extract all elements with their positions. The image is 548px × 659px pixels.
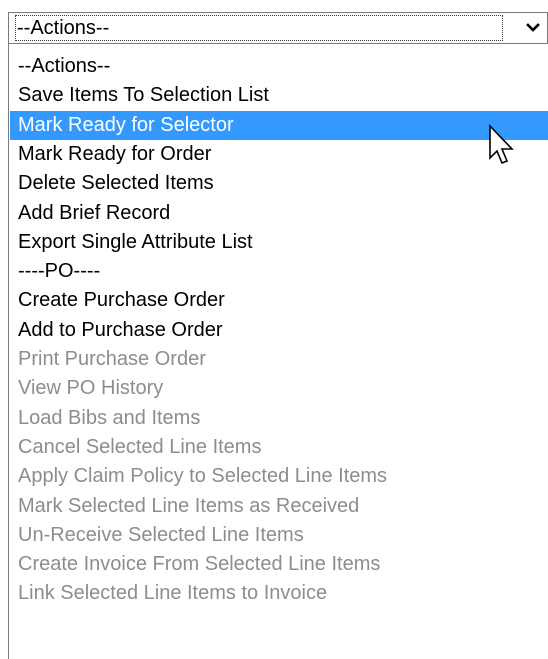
dropdown-option[interactable]: Create Purchase Order bbox=[10, 286, 548, 315]
dropdown-option: Apply Claim Policy to Selected Line Item… bbox=[18, 465, 388, 488]
chevron-down-icon[interactable] bbox=[521, 15, 545, 41]
select-current-value: --Actions-- bbox=[15, 15, 503, 41]
dropdown-option: Load Bibs and Items bbox=[18, 406, 201, 429]
actions-select[interactable]: --Actions-- bbox=[8, 12, 548, 44]
dropdown-option[interactable]: Delete Selected Items bbox=[10, 169, 548, 198]
actions-select-widget: --Actions-- --Actions-- Save Items To Sel… bbox=[0, 0, 548, 659]
dropdown-option[interactable]: Export Single Attribute List bbox=[10, 228, 548, 257]
arrow-cursor-icon bbox=[484, 124, 516, 172]
dropdown-option[interactable]: Add Brief Record bbox=[10, 199, 548, 228]
dropdown-option: Mark Selected Line Items as Received bbox=[18, 494, 360, 517]
dropdown-option: Cancel Selected Line Items bbox=[18, 435, 262, 458]
dropdown-option: Un-Receive Selected Line Items bbox=[18, 523, 304, 546]
dropdown-option: View PO History bbox=[18, 377, 164, 400]
dropdown-option[interactable]: Mark Ready for Order bbox=[10, 140, 548, 169]
dropdown-option: Link Selected Line Items to Invoice bbox=[18, 582, 328, 605]
actions-dropdown-list: --Actions-- Save Items To Selection List M… bbox=[8, 44, 548, 659]
dropdown-option: Print Purchase Order bbox=[18, 348, 206, 370]
dropdown-option[interactable]: Mark Ready for Selector bbox=[10, 110, 548, 140]
dropdown-option: Create Invoice From Selected Line Items bbox=[18, 553, 381, 576]
dropdown-option[interactable]: Add to Purchase Order bbox=[10, 316, 548, 345]
dropdown-option[interactable]: ----PO---- bbox=[10, 257, 548, 286]
dropdown-option[interactable]: --Actions-- bbox=[10, 52, 548, 81]
dropdown-option[interactable]: Save Items To Selection List bbox=[10, 81, 548, 110]
